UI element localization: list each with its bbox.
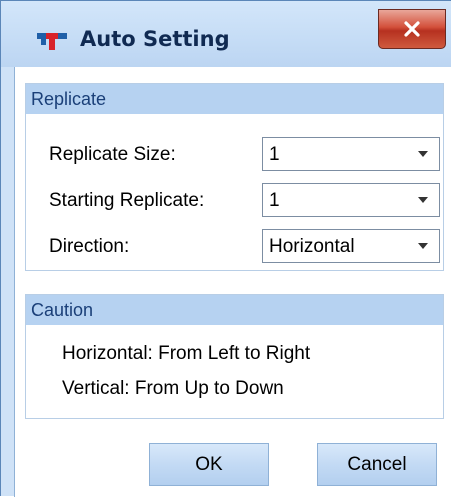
ok-button[interactable]: OK [149, 443, 269, 486]
replicate-size-select[interactable]: 1 [262, 137, 440, 171]
title-bar[interactable]: Auto Setting [1, 1, 451, 67]
starting-replicate-label: Starting Replicate: [49, 190, 205, 211]
caution-group: Caution Horizontal: From Left to Right V… [25, 294, 444, 419]
starting-replicate-select[interactable]: 1 [262, 183, 440, 217]
chevron-down-icon[interactable] [410, 187, 436, 213]
replicate-size-label: Replicate Size: [49, 144, 176, 165]
cancel-button[interactable]: Cancel [317, 443, 437, 486]
starting-replicate-value: 1 [269, 190, 280, 211]
chevron-down-icon[interactable] [410, 233, 436, 259]
replicate-header: Replicate [26, 84, 443, 114]
auto-setting-dialog: Auto Setting Replicate Replicate Size: 1… [0, 0, 451, 497]
direction-select[interactable]: Horizontal [262, 229, 440, 263]
close-x-icon [404, 21, 420, 37]
direction-label: Direction: [49, 236, 130, 257]
chevron-down-icon[interactable] [410, 141, 436, 167]
replicate-size-value: 1 [269, 144, 280, 165]
caution-header: Caution [26, 295, 443, 325]
dialog-title: Auto Setting [80, 27, 230, 51]
direction-value: Horizontal [269, 236, 355, 257]
close-button[interactable] [378, 9, 446, 49]
replicate-group: Replicate Replicate Size: 1 Starting Rep… [25, 83, 444, 271]
caution-line: Vertical: From Up to Down [62, 378, 284, 399]
caution-line: Horizontal: From Left to Right [62, 343, 311, 364]
app-logo-icon [37, 33, 67, 50]
dialog-body: Replicate Replicate Size: 1 Starting Rep… [14, 67, 451, 497]
